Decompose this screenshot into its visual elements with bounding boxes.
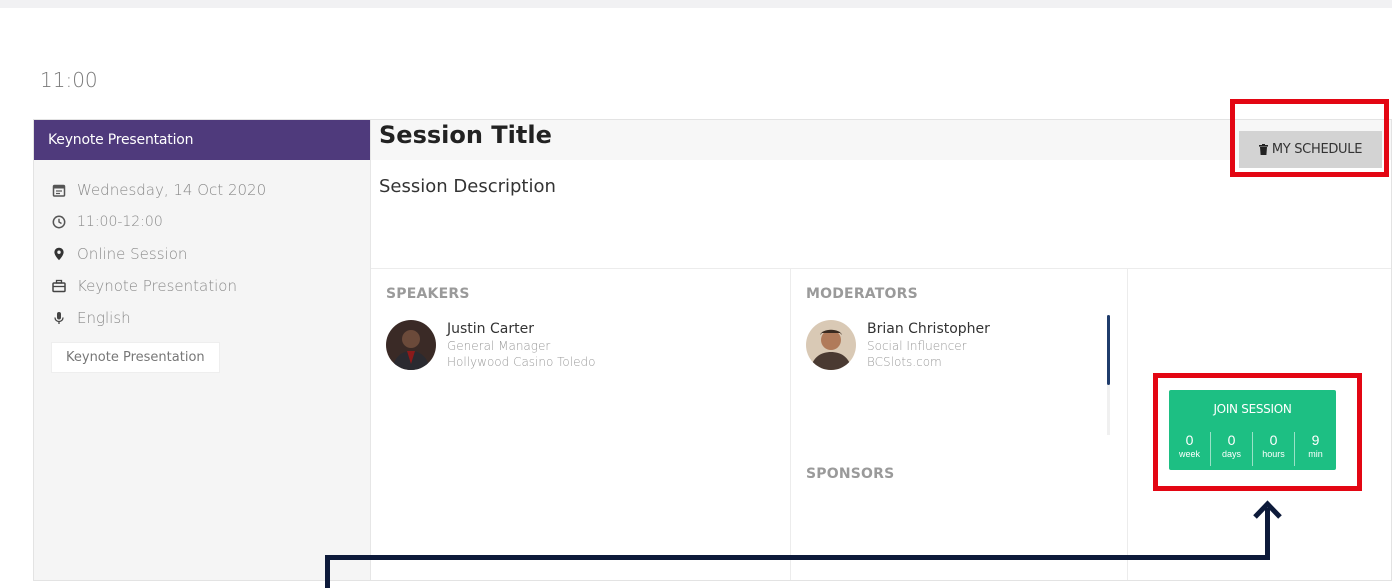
moderator-avatar <box>806 320 856 370</box>
session-title: Session Title <box>379 121 552 149</box>
moderator-role: Social Influencer <box>867 339 967 353</box>
speaker-role: General Manager <box>447 339 551 353</box>
session-language: English <box>51 302 370 334</box>
column-separator <box>790 269 791 580</box>
top-strip <box>0 0 1392 8</box>
session-description: Session Description <box>379 176 556 197</box>
session-track: Keynote Presentation <box>51 270 370 302</box>
location-pin-icon <box>51 246 67 262</box>
moderator-card[interactable]: Brian Christopher Social Influencer BCSl… <box>806 320 990 370</box>
session-type-header: Keynote Presentation <box>34 120 370 160</box>
speaker-name[interactable]: Justin Carter <box>447 320 595 338</box>
session-info-panel: Keynote Presentation Wednesday, 14 Oct 2… <box>34 120 371 580</box>
session-info-list: Wednesday, 14 Oct 2020 11:00-12:00 Onlin… <box>34 160 370 373</box>
highlight-box-my-schedule <box>1230 99 1389 177</box>
arrow-head-icon <box>1253 500 1282 519</box>
moderator-name[interactable]: Brian Christopher <box>867 320 990 338</box>
session-tag[interactable]: Keynote Presentation <box>51 342 220 373</box>
session-card: Keynote Presentation Wednesday, 14 Oct 2… <box>33 119 1392 581</box>
session-main: Session Title Session Description MY SCH… <box>371 120 1391 580</box>
column-separator <box>1127 269 1128 580</box>
clock-icon <box>51 214 67 230</box>
speaker-avatar <box>386 320 436 370</box>
speaker-company: Hollywood Casino Toledo <box>447 355 596 369</box>
time-slot-heading: 11:00 <box>40 68 98 92</box>
microphone-icon <box>51 310 67 326</box>
session-time: 11:00-12:00 <box>51 206 370 238</box>
sponsors-label: SPONSORS <box>806 466 895 482</box>
content-divider <box>371 268 1391 269</box>
session-location: Online Session <box>51 238 370 270</box>
speakers-label: SPEAKERS <box>386 286 470 302</box>
moderator-company: BCSlots.com <box>867 355 942 369</box>
moderators-label: MODERATORS <box>806 286 918 302</box>
speaker-card[interactable]: Justin Carter General Manager Hollywood … <box>386 320 595 370</box>
calendar-icon <box>51 182 67 198</box>
briefcase-icon <box>51 278 67 294</box>
arrow-line-horizontal <box>325 555 1270 560</box>
moderators-scrollbar-thumb[interactable] <box>1107 315 1110 385</box>
highlight-box-join-session <box>1153 373 1362 491</box>
session-date: Wednesday, 14 Oct 2020 <box>51 174 370 206</box>
